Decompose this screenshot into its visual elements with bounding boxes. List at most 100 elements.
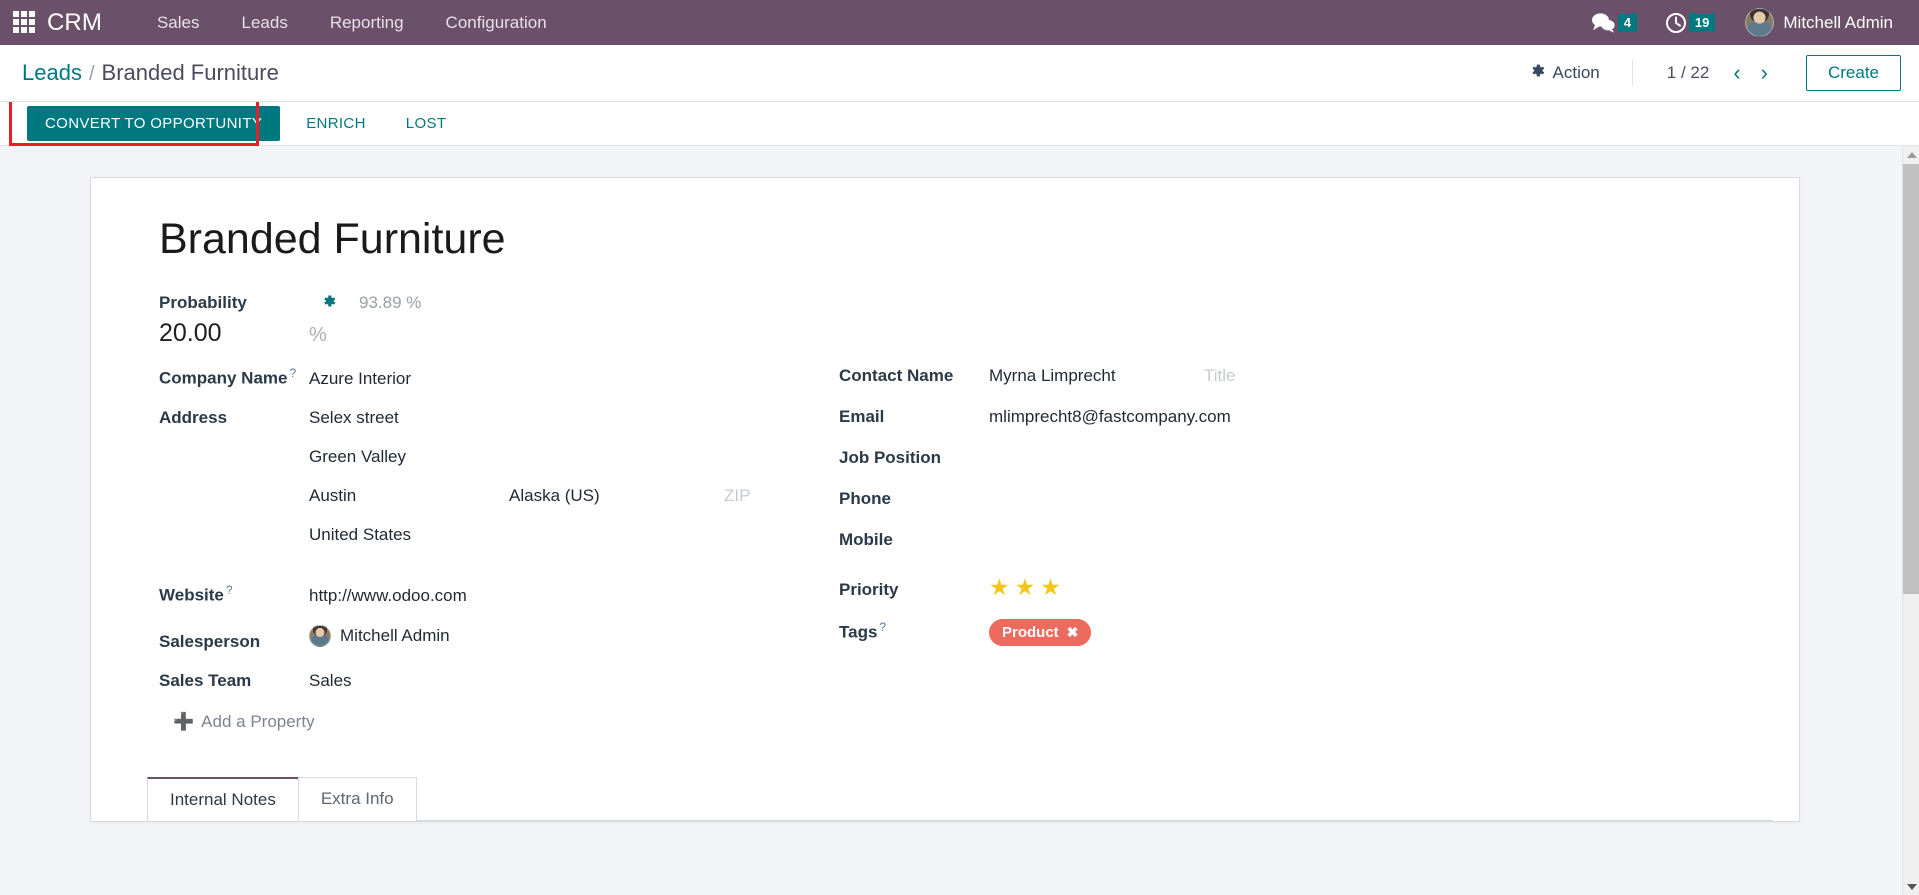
enrich-button[interactable]: ENRICH [292, 106, 380, 141]
chat-bubble-icon [1591, 12, 1616, 33]
star-icon[interactable]: ★ [989, 576, 1010, 599]
gear-icon[interactable] [321, 293, 337, 313]
priority-stars[interactable]: ★ ★ ★ [989, 576, 1061, 599]
form-column-left: Company Name? Azure Interior Address Sel… [159, 366, 839, 731]
navbar-systray: 4 19 Mitchell Admin [1579, 0, 1919, 45]
address-street2[interactable]: Green Valley [309, 447, 750, 467]
action-menu-label: Action [1552, 63, 1600, 82]
menu-item-leads[interactable]: Leads [221, 0, 309, 45]
mobile-label: Mobile [839, 530, 893, 550]
scrollbar-thumb[interactable] [1903, 164, 1919, 594]
add-property-label: Add a Property [201, 711, 315, 731]
field-company-name: Company Name? Azure Interior [159, 366, 839, 389]
help-icon[interactable]: ? [879, 620, 886, 634]
contact-name-label: Contact Name [839, 366, 954, 386]
breadcrumb: Leads / Branded Furniture [22, 60, 279, 86]
app-brand-crm[interactable]: CRM [47, 9, 102, 37]
salesperson-name: Mitchell Admin [340, 625, 450, 645]
website-label-text: Website [159, 585, 224, 605]
gear-icon [1529, 62, 1546, 84]
clock-icon [1665, 12, 1687, 34]
form-content-area: Branded Furniture Probability 93.89 % 20… [0, 146, 1919, 895]
website-value[interactable]: http://www.odoo.com [309, 586, 467, 606]
form-sheet: Branded Furniture Probability 93.89 % 20… [90, 177, 1800, 822]
field-tags: Tags? Product ✖ [839, 619, 1519, 647]
apps-grid-icon[interactable] [13, 10, 37, 35]
priority-label: Priority [839, 580, 899, 600]
field-website: Website? http://www.odoo.com [159, 583, 839, 606]
help-icon[interactable]: ? [289, 366, 296, 380]
salesperson-label: Salesperson [159, 631, 261, 651]
pager-counter: 1 / 22 [1666, 63, 1710, 82]
lost-button[interactable]: LOST [392, 106, 461, 141]
top-navbar: CRM Sales Leads Reporting Configuration … [0, 0, 1919, 45]
probability-input[interactable]: 20.00 [159, 319, 309, 348]
sales-team-value[interactable]: Sales [309, 671, 352, 691]
vertical-scrollbar[interactable] [1902, 146, 1919, 895]
form-statusbar: CONVERT TO OPPORTUNITY ENRICH LOST [0, 98, 1919, 146]
address-city[interactable]: Austin [309, 486, 509, 506]
close-icon[interactable]: ✖ [1067, 624, 1079, 641]
record-title[interactable]: Branded Furniture [159, 215, 1757, 263]
address-label: Address [159, 407, 228, 427]
contact-name-value[interactable]: Myrna Limprecht [989, 366, 1204, 386]
probability-header-row: Probability 93.89 % [159, 293, 1757, 313]
plus-icon: ➕ [173, 711, 195, 731]
website-label: Website? [159, 583, 309, 606]
company-name-value[interactable]: Azure Interior [309, 369, 411, 389]
scroll-down-arrow-icon[interactable] [1903, 878, 1919, 895]
user-avatar [1745, 8, 1775, 37]
breadcrumb-item-leads[interactable]: Leads [22, 60, 82, 86]
menu-item-reporting[interactable]: Reporting [309, 0, 425, 45]
breadcrumb-current-record: Branded Furniture [101, 60, 279, 85]
activities-menu[interactable]: 19 [1653, 0, 1727, 45]
activities-badge: 19 [1688, 13, 1716, 32]
user-name-label: Mitchell Admin [1783, 12, 1893, 32]
address-street[interactable]: Selex street [309, 408, 750, 428]
field-address: Address Selex street Green Valley Austin… [159, 408, 839, 564]
tag-label: Product [1002, 624, 1059, 642]
record-pager: 1 / 22 ‹ › [1631, 60, 1776, 86]
menu-item-configuration[interactable]: Configuration [425, 0, 568, 45]
address-city-row: Austin Alaska (US) ZIP [309, 486, 750, 506]
notebook-tabs: Internal Notes Extra Info [147, 776, 1773, 821]
field-sales-team: Sales Team Sales [159, 671, 839, 693]
email-value[interactable]: mlimprecht8@fastcompany.com [989, 407, 1231, 427]
address-zip-input[interactable]: ZIP [724, 486, 750, 506]
chevron-right-icon[interactable]: › [1753, 60, 1776, 86]
salesperson-value[interactable]: Mitchell Admin [309, 624, 450, 647]
field-job-position: Job Position [839, 448, 1519, 470]
tags-label: Tags? [839, 620, 989, 643]
field-mobile: Mobile [839, 530, 1519, 552]
convert-to-opportunity-button[interactable]: CONVERT TO OPPORTUNITY [27, 106, 281, 141]
company-name-label-text: Company Name [159, 368, 288, 388]
field-email: Email mlimprecht8@fastcompany.com [839, 407, 1519, 429]
address-state[interactable]: Alaska (US) [509, 486, 724, 506]
chevron-left-icon[interactable]: ‹ [1725, 60, 1748, 86]
address-value-stack: Selex street Green Valley Austin Alaska … [309, 408, 750, 564]
help-icon[interactable]: ? [226, 583, 233, 597]
star-icon[interactable]: ★ [1040, 576, 1061, 599]
tags-label-text: Tags [839, 622, 878, 642]
field-contact-name: Contact Name Myrna Limprecht Title [839, 366, 1519, 388]
contact-title-input[interactable]: Title [1204, 366, 1236, 386]
menu-item-sales[interactable]: Sales [136, 0, 221, 45]
sales-team-label: Sales Team [159, 670, 252, 690]
create-button[interactable]: Create [1805, 55, 1901, 91]
tab-extra-info[interactable]: Extra Info [297, 776, 417, 821]
action-menu-button[interactable]: Action [1519, 56, 1626, 90]
control-panel: Leads / Branded Furniture Action 1 / 22 … [0, 45, 1919, 102]
tab-internal-notes[interactable]: Internal Notes [147, 776, 299, 821]
address-country[interactable]: United States [309, 525, 750, 545]
star-icon[interactable]: ★ [1015, 576, 1036, 599]
user-menu[interactable]: Mitchell Admin [1731, 0, 1901, 45]
scroll-up-arrow-icon[interactable] [1903, 146, 1919, 163]
email-label: Email [839, 407, 885, 427]
messages-menu[interactable]: 4 [1579, 0, 1649, 45]
messages-badge: 4 [1617, 13, 1637, 32]
add-property-button[interactable]: ➕ Add a Property [173, 712, 315, 732]
phone-label: Phone [839, 489, 891, 509]
probability-block: Probability 93.89 % 20.00 % [159, 293, 1757, 348]
tag-product[interactable]: Product ✖ [989, 619, 1092, 647]
field-phone: Phone [839, 489, 1519, 511]
